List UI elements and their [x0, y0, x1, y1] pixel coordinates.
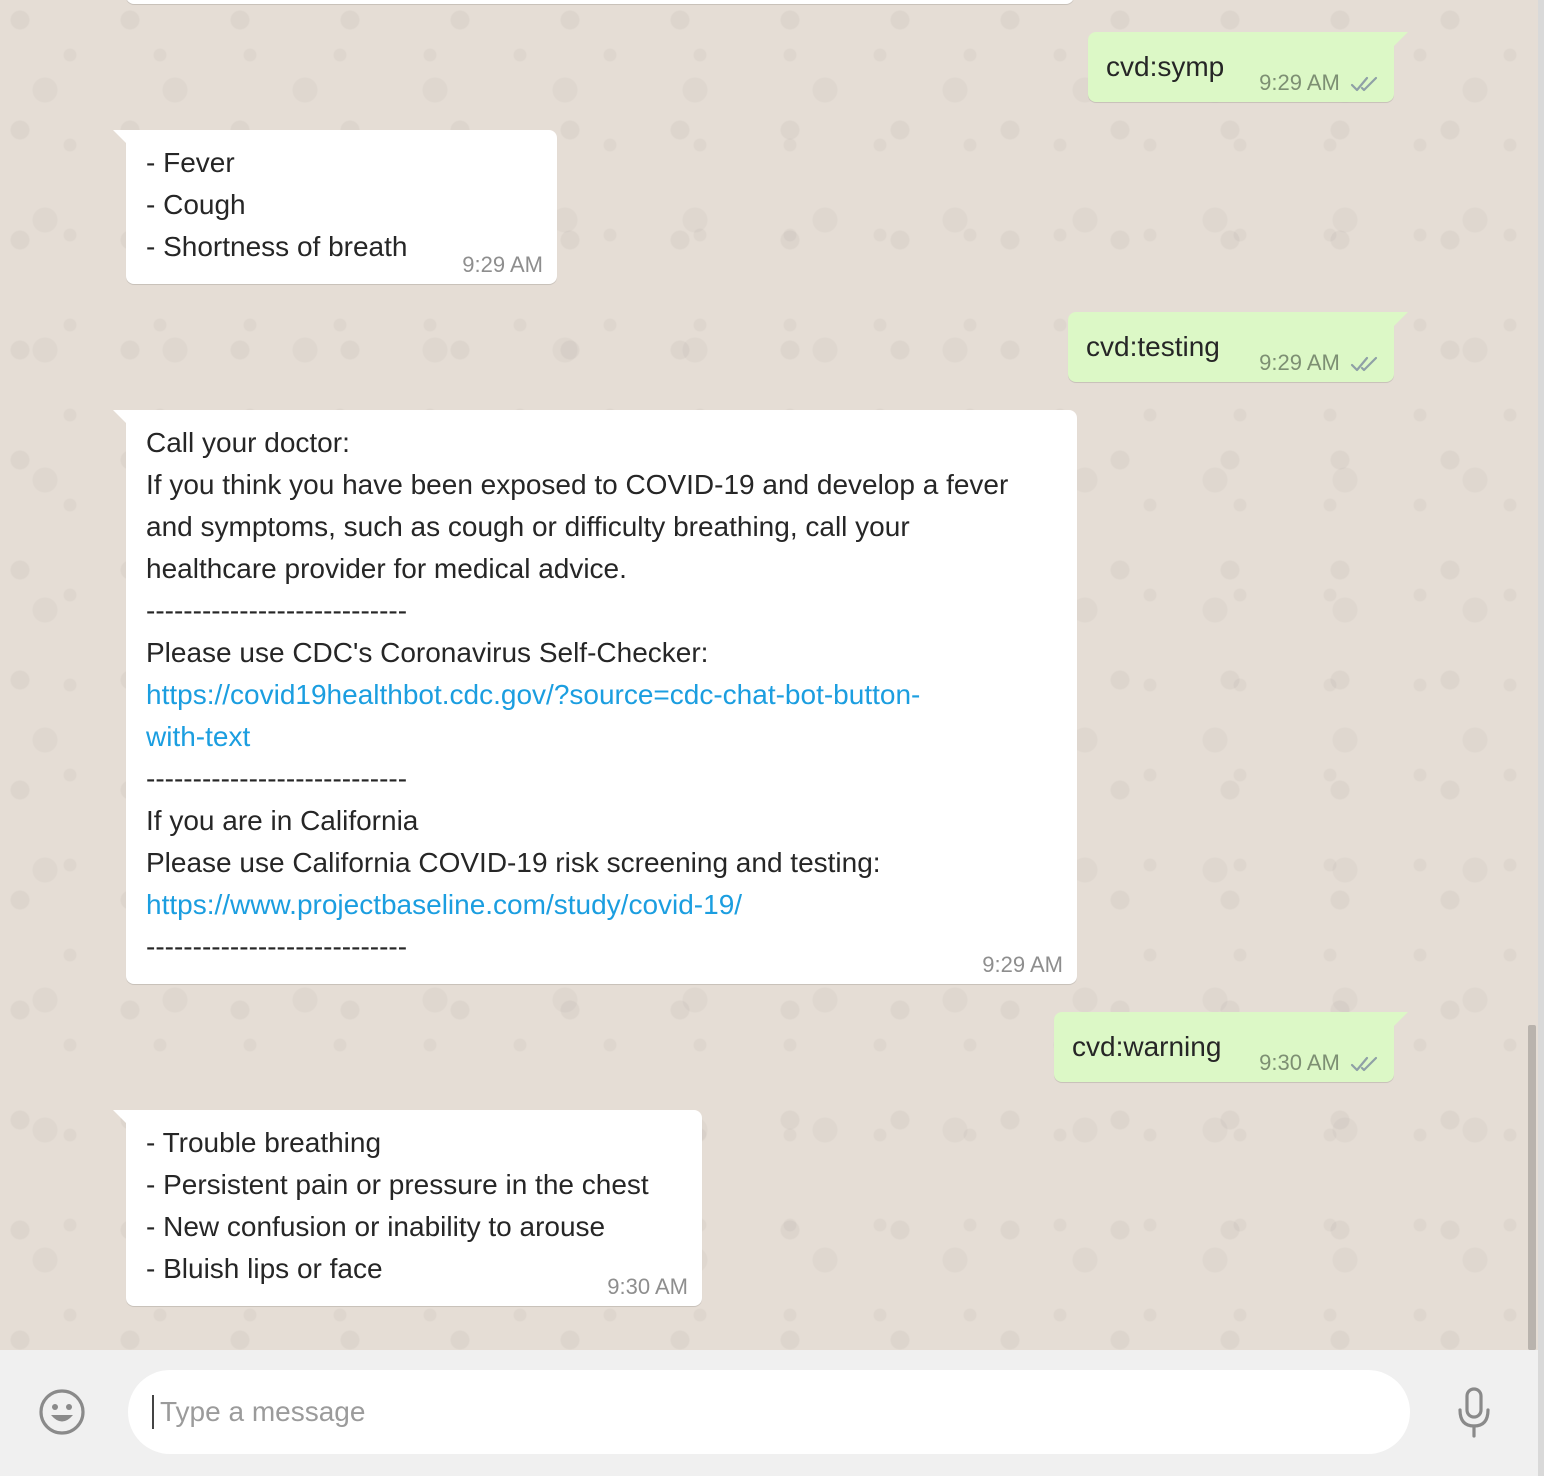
double-check-icon: [1350, 1057, 1378, 1072]
microphone-icon: [1458, 1387, 1490, 1438]
message-line: Call your doctor:: [146, 427, 350, 458]
chat-scrollbar[interactable]: [1528, 1025, 1536, 1350]
message-time: 9:29 AM: [1259, 70, 1340, 95]
message-time: 9:30 AM: [607, 1274, 688, 1299]
message-time: 9:29 AM: [1259, 350, 1340, 375]
message-time: 9:29 AM: [982, 952, 1063, 977]
smiley-icon: [39, 1389, 85, 1435]
previous-message-bubble-edge: [126, 0, 1074, 4]
message-line: If you are in California: [146, 805, 419, 836]
emoji-button[interactable]: [38, 1388, 86, 1436]
incoming-message-bubble[interactable]: - Fever - Cough - Shortness of breath 9:…: [113, 130, 557, 284]
message-meta: 9:29 AM: [1259, 70, 1380, 96]
message-time: 9:29 AM: [462, 252, 543, 277]
message-line: - Persistent pain or pressure in the che…: [146, 1169, 649, 1200]
double-check-icon: [1350, 77, 1378, 92]
separator-line: ----------------------------: [146, 931, 408, 962]
message-input[interactable]: [158, 1395, 1386, 1429]
double-check-icon: [1350, 357, 1378, 372]
message-line: - New confusion or inability to arouse: [146, 1211, 606, 1242]
outgoing-message-bubble[interactable]: cvd:testing 9:29 AM: [1068, 312, 1408, 382]
message-line: - Cough: [146, 189, 246, 220]
outgoing-message-bubble[interactable]: cvd:warning 9:30 AM: [1054, 1012, 1408, 1082]
message-line: Please use CDC's Coronavirus Self-Checke…: [146, 637, 709, 668]
message-meta: 9:29 AM: [1259, 350, 1380, 376]
message-line: and symptoms, such as cough or difficult…: [146, 511, 910, 542]
message-line: - Trouble breathing: [146, 1127, 382, 1158]
window-edge: [1538, 0, 1544, 1476]
message-line: - Fever: [146, 147, 235, 178]
cdc-self-checker-link[interactable]: https://covid19healthbot.cdc.gov/?source…: [146, 674, 1057, 716]
project-baseline-link[interactable]: https://www.projectbaseline.com/study/co…: [146, 884, 1057, 926]
cdc-self-checker-link-continued[interactable]: with-text: [146, 716, 1057, 758]
text-caret: [152, 1395, 154, 1429]
incoming-message-bubble[interactable]: Call your doctor: If you think you have …: [113, 410, 1077, 984]
conversation-panel[interactable]: cvd:symp 9:29 AM - Fever - Cough - Short…: [0, 0, 1538, 1350]
incoming-message-bubble[interactable]: - Trouble breathing - Persistent pain or…: [113, 1110, 702, 1306]
voice-record-button[interactable]: [1456, 1386, 1492, 1440]
message-line: - Bluish lips or face: [146, 1253, 383, 1284]
outgoing-message-bubble[interactable]: cvd:symp 9:29 AM: [1088, 32, 1408, 102]
separator-line: ----------------------------: [146, 763, 408, 794]
message-line: If you think you have been exposed to CO…: [146, 469, 1009, 500]
message-input-container[interactable]: [128, 1370, 1410, 1454]
message-time: 9:30 AM: [1259, 1050, 1340, 1075]
message-line: Please use California COVID-19 risk scre…: [146, 847, 881, 878]
message-meta: 9:30 AM: [1259, 1050, 1380, 1076]
separator-line: ----------------------------: [146, 595, 408, 626]
message-line: healthcare provider for medical advice.: [146, 553, 627, 584]
